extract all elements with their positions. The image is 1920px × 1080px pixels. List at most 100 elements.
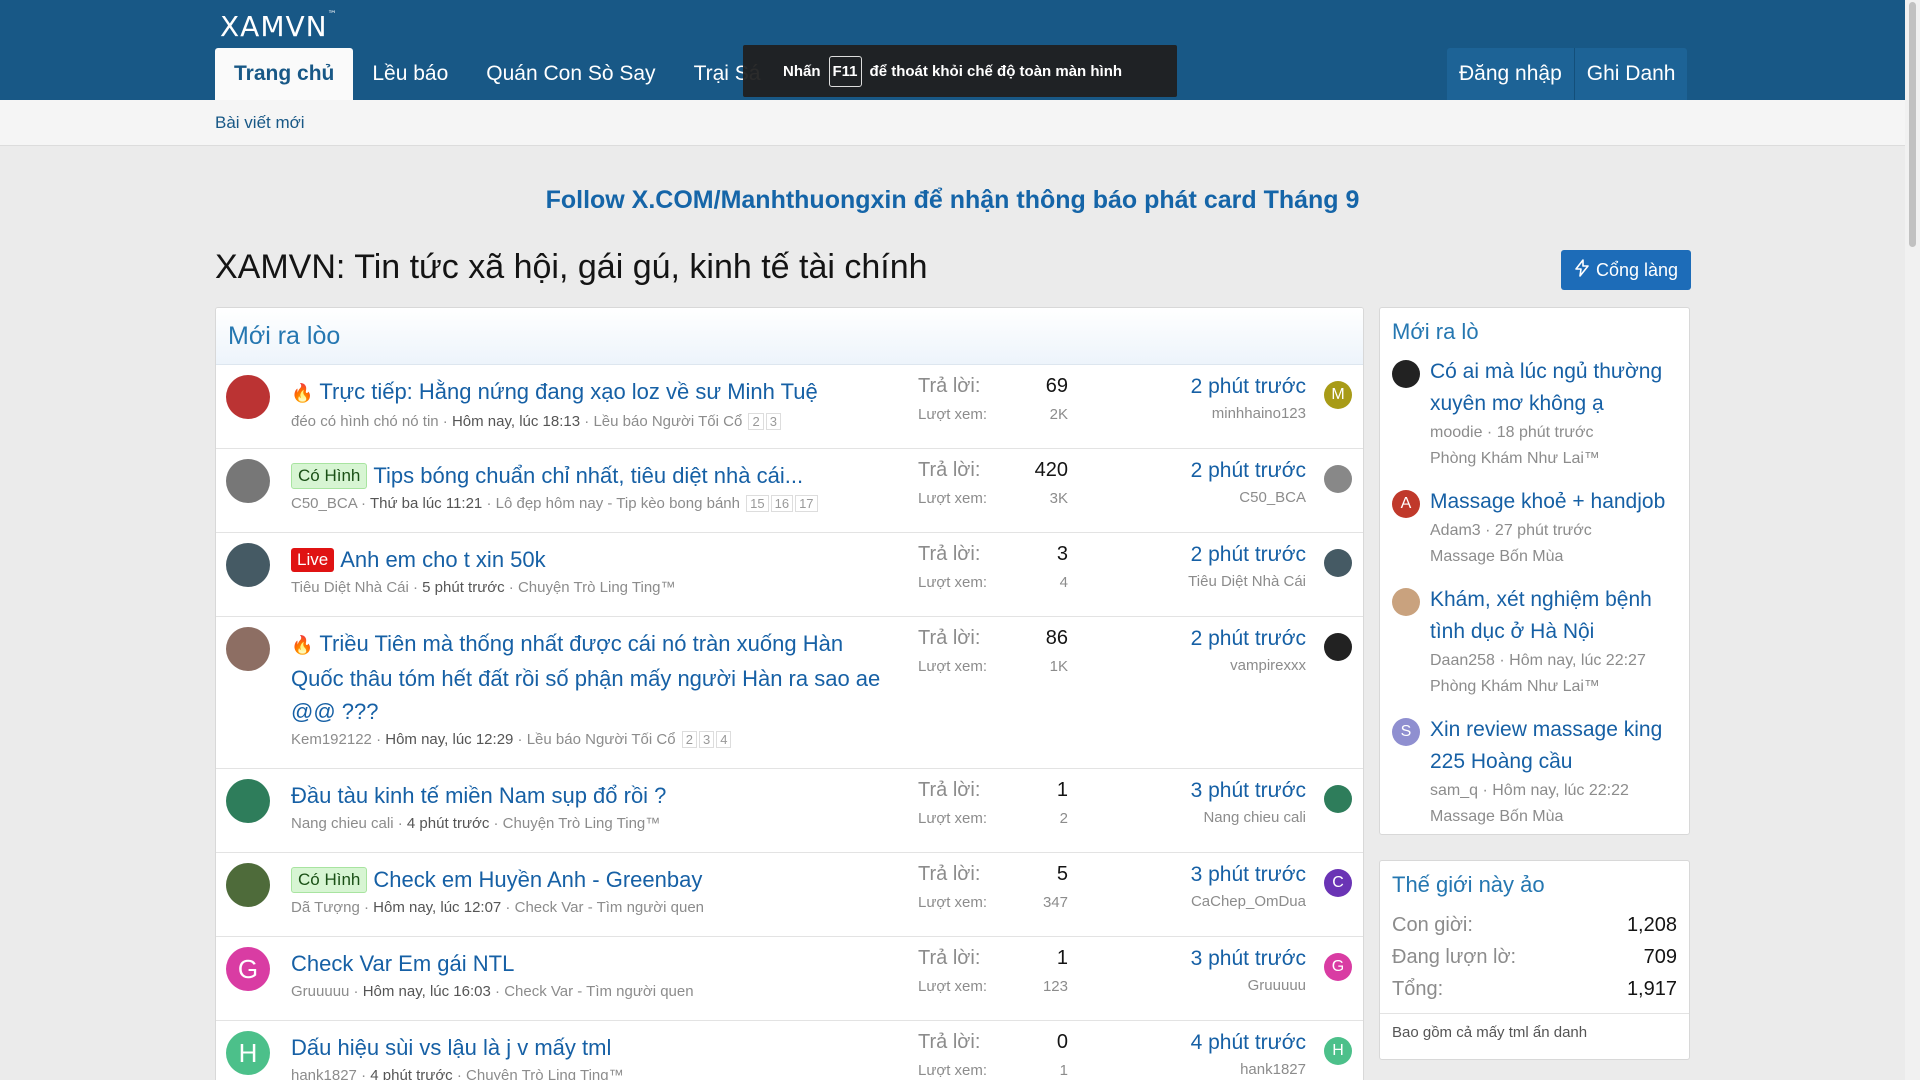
thread-forum[interactable]: Check Var - Tìm người quen (504, 983, 693, 1000)
page-link[interactable]: 15 (746, 495, 769, 512)
thread-date[interactable]: Hôm nay, lúc 12:07 (373, 899, 501, 916)
last-post-user[interactable]: Nang chieu cali (1151, 809, 1306, 826)
last-poster-avatar[interactable]: G (1324, 953, 1352, 981)
last-post-time[interactable]: 4 phút trước (1151, 1031, 1306, 1055)
sidebar-thread-user[interactable]: Daan258 (1430, 652, 1495, 669)
thread-title-link[interactable]: Dấu hiệu sùi vs lậu là j v mấy tml (291, 1035, 611, 1060)
thread-author[interactable]: Tiêu Diệt Nhà Cái (291, 579, 409, 596)
last-post-time[interactable]: 2 phút trước (1151, 375, 1306, 399)
notice-banner[interactable]: Follow X.COM/Manhthuongxin để nhận thông… (0, 186, 1905, 215)
sidebar-thread-title[interactable]: Massage khoẻ + handjob (1430, 486, 1679, 518)
scrollbar-thumb[interactable] (1909, 2, 1916, 247)
thread-title-link[interactable]: Check Var Em gái NTL (291, 951, 514, 976)
sidebar-avatar[interactable]: S (1392, 718, 1420, 746)
sidebar-avatar[interactable]: A (1392, 490, 1420, 518)
last-poster-avatar[interactable]: C (1324, 869, 1352, 897)
thread-author[interactable]: Kem192122 (291, 731, 372, 748)
thread-author[interactable]: đéo có hình chó nó tin (291, 413, 439, 430)
page-link[interactable]: 3 (765, 413, 781, 430)
login-link[interactable]: Đăng nhập (1447, 48, 1574, 100)
thread-title-link[interactable]: Tips bóng chuẩn chỉ nhất, tiêu diệt nhà … (373, 463, 803, 488)
nav-tab-news[interactable]: Lều báo (353, 48, 467, 100)
portal-button[interactable]: Cổng làng (1561, 250, 1691, 290)
sidebar-thread-time[interactable]: Hôm nay, lúc 22:27 (1509, 652, 1646, 669)
thread-title-link[interactable]: Đầu tàu kinh tế miền Nam sụp đổ rồi ? (291, 783, 666, 808)
sidebar-thread-user[interactable]: Adam3 (1430, 522, 1481, 539)
new-posts-link[interactable]: Bài viết mới (215, 113, 305, 133)
last-poster-avatar[interactable] (1324, 465, 1352, 493)
thread-author-avatar[interactable] (226, 627, 270, 671)
nav-tab-bar[interactable]: Quán Con Sò Say (467, 48, 674, 100)
sidebar-thread-title[interactable]: Xin review massage king 225 Hoàng cầu (1430, 714, 1679, 778)
thread-date[interactable]: Thứ ba lúc 11:21 (370, 495, 482, 512)
sidebar-thread-forum[interactable]: Massage Bốn Mùa (1430, 544, 1679, 570)
last-post-time[interactable]: 3 phút trước (1151, 779, 1306, 803)
last-poster-avatar[interactable]: M (1324, 381, 1352, 409)
thread-author-avatar[interactable]: H (226, 1031, 270, 1075)
thread-prefix-label[interactable]: Live (291, 548, 335, 572)
last-post-user[interactable]: hank1827 (1151, 1061, 1306, 1078)
thread-forum[interactable]: Chuyện Trò Ling Ting™ (503, 815, 661, 832)
thread-author[interactable]: hank1827 (291, 1067, 357, 1080)
thread-forum[interactable]: Lều báo Người Tối Cổ (593, 413, 742, 430)
sidebar-thread-title[interactable]: Có ai mà lúc ngủ thường xuyên mơ không ạ (1430, 356, 1679, 420)
sidebar-new-title[interactable]: Mới ra lò (1380, 308, 1689, 356)
sidebar-thread-title[interactable]: Khám, xét nghiệm bệnh tình dục ở Hà Nội (1430, 584, 1679, 648)
page-link[interactable]: 3 (698, 731, 715, 748)
sidebar-thread-forum[interactable]: Phòng Khám Như Lai™ (1430, 674, 1679, 700)
sidebar-thread-user[interactable]: sam_q (1430, 782, 1478, 799)
thread-title-link[interactable]: Anh em cho t xin 50k (340, 547, 545, 572)
last-poster-avatar[interactable] (1324, 633, 1352, 661)
sidebar-avatar[interactable] (1392, 588, 1420, 616)
last-post-time[interactable]: 2 phút trước (1151, 543, 1306, 567)
thread-prefix-label[interactable]: Có Hình (291, 867, 368, 893)
thread-author-avatar[interactable] (226, 459, 270, 503)
last-poster-avatar[interactable]: H (1324, 1037, 1352, 1065)
thread-prefix-label[interactable]: Có Hình (291, 463, 368, 489)
thread-author-avatar[interactable] (226, 779, 270, 823)
thread-author-avatar[interactable] (226, 543, 270, 587)
last-poster-avatar[interactable] (1324, 785, 1352, 813)
thread-date[interactable]: Hôm nay, lúc 12:29 (385, 731, 513, 748)
thread-forum[interactable]: Check Var - Tìm người quen (515, 899, 704, 916)
sidebar-thread-time[interactable]: Hôm nay, lúc 22:22 (1492, 782, 1629, 799)
last-poster-avatar[interactable] (1324, 549, 1352, 577)
page-link[interactable]: 17 (795, 495, 818, 512)
sidebar-online-title[interactable]: Thế giới này ảo (1380, 861, 1689, 909)
page-link[interactable]: 2 (748, 413, 764, 430)
page-link[interactable]: 2 (681, 731, 697, 748)
last-post-user[interactable]: CaChep_OmDua (1151, 893, 1306, 910)
thread-date[interactable]: Hôm nay, lúc 16:03 (363, 983, 491, 1000)
sidebar-thread-time[interactable]: 18 phút trước (1497, 424, 1594, 441)
thread-title-link[interactable]: Trực tiếp: Hằng nứng đang xạo loz về sư … (319, 379, 817, 404)
thread-date[interactable]: 4 phút trước (370, 1067, 452, 1080)
last-post-time[interactable]: 3 phút trước (1151, 947, 1306, 971)
thread-forum[interactable]: Chuyện Trò Ling Ting™ (466, 1067, 624, 1080)
page-scrollbar[interactable] (1905, 0, 1920, 1080)
last-post-user[interactable]: vampirexxx (1151, 657, 1306, 674)
last-post-time[interactable]: 3 phút trước (1151, 863, 1306, 887)
sidebar-thread-forum[interactable]: Phòng Khám Như Lai™ (1430, 446, 1679, 472)
last-post-time[interactable]: 2 phút trước (1151, 627, 1306, 651)
thread-author-avatar[interactable]: G (226, 947, 270, 991)
thread-author[interactable]: Nang chieu cali (291, 815, 394, 832)
page-link[interactable]: 16 (770, 495, 794, 512)
thread-author[interactable]: Gruuuuu (291, 983, 349, 1000)
sidebar-thread-forum[interactable]: Massage Bốn Mùa (1430, 804, 1679, 830)
page-link[interactable]: 4 (716, 731, 732, 748)
sidebar-thread-user[interactable]: moodie (1430, 424, 1482, 441)
thread-title-link[interactable]: Triều Tiên mà thống nhất được cái nó trà… (291, 631, 880, 724)
thread-forum[interactable]: Lô đẹp hôm nay - Tip kèo bong bánh (496, 495, 740, 512)
thread-author[interactable]: C50_BCA (291, 495, 357, 512)
thread-date[interactable]: 4 phút trước (407, 815, 489, 832)
register-link[interactable]: Ghi Danh (1575, 48, 1688, 100)
block-title[interactable]: Mới ra lòo (216, 308, 1363, 365)
nav-tab-home[interactable]: Trang chủ (215, 48, 354, 100)
thread-forum[interactable]: Lều báo Người Tối Cổ (527, 731, 676, 748)
last-post-user[interactable]: minhhaino123 (1151, 405, 1306, 422)
last-post-user[interactable]: C50_BCA (1151, 489, 1306, 506)
thread-author[interactable]: Dã Tượng (291, 899, 360, 916)
thread-forum[interactable]: Chuyện Trò Ling Ting™ (518, 579, 676, 596)
last-post-user[interactable]: Gruuuuu (1151, 977, 1306, 994)
sidebar-avatar[interactable] (1392, 360, 1420, 388)
